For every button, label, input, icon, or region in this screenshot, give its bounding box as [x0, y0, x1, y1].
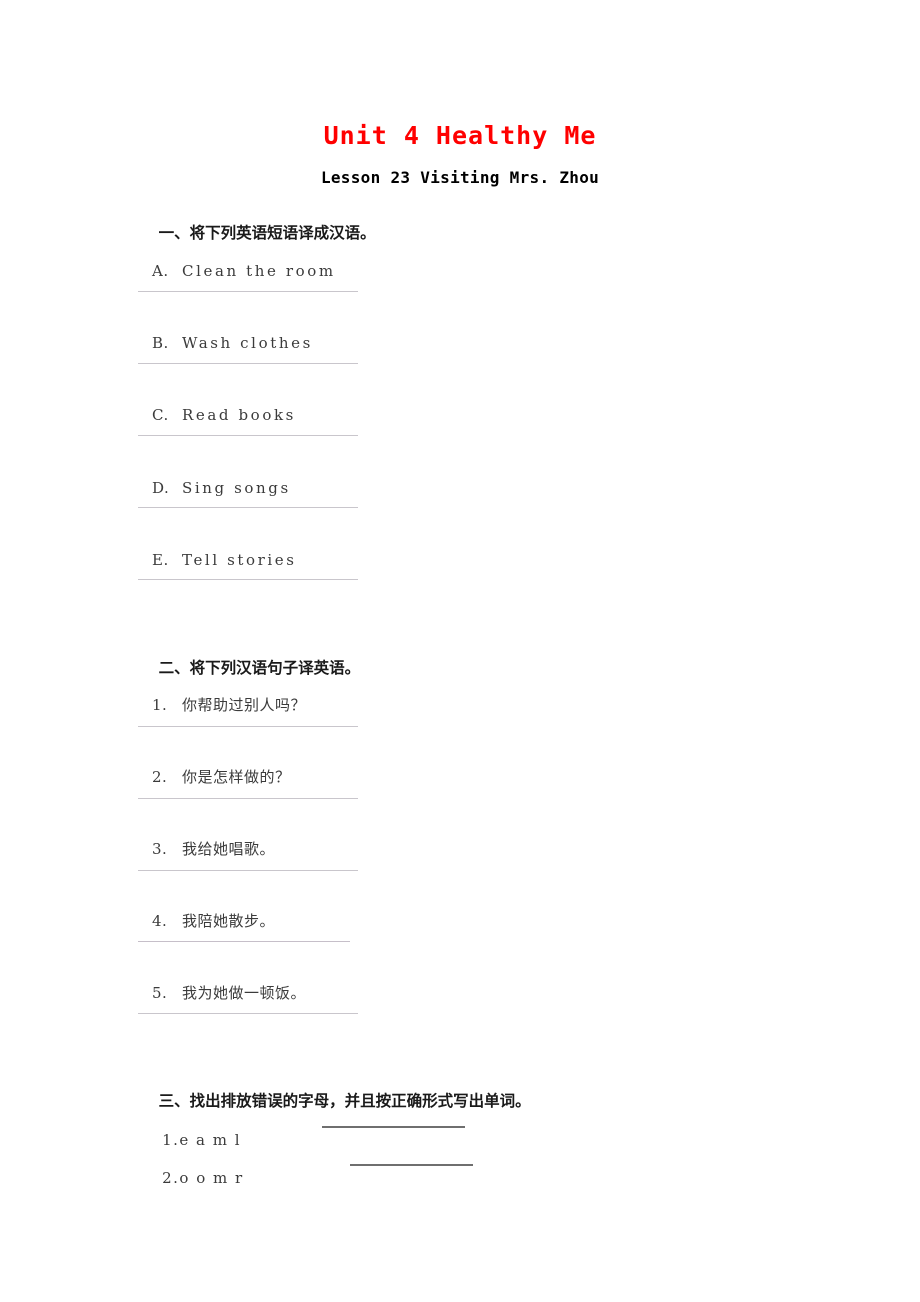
item-text: 你帮助过别人吗？ — [182, 696, 307, 714]
item-marker: C. — [152, 406, 169, 424]
scramble-item: 2.o o m r — [137, 1148, 244, 1208]
answer-line[interactable] — [138, 1013, 358, 1014]
worksheet-page: Unit 4 Healthy Me Lesson 23 Visiting Mrs… — [0, 0, 920, 1302]
item-marker: A. — [152, 262, 169, 280]
answer-line[interactable] — [138, 363, 358, 364]
item-text: Clean the room — [182, 262, 336, 280]
section-3-number: 三、 — [158, 1092, 190, 1110]
item-marker: 4. — [152, 912, 168, 930]
item-text: Read books — [182, 406, 296, 424]
answer-line[interactable] — [138, 941, 350, 942]
item-marker: 3. — [152, 840, 168, 858]
item-marker: 1. — [152, 696, 168, 714]
page-subtitle: Lesson 23 Visiting Mrs. Zhou — [320, 168, 600, 187]
question-item: D. Sing songs — [137, 458, 291, 519]
question-item: E. Tell stories — [137, 530, 297, 591]
item-marker: 2. — [152, 768, 168, 786]
section-1-heading-text: 将下列英语短语译成汉语。 — [189, 224, 376, 242]
question-item: A. Clean the room — [137, 241, 336, 302]
section-1-number: 一、 — [158, 224, 190, 242]
item-text: o o m r — [179, 1169, 244, 1187]
answer-line[interactable] — [138, 726, 358, 727]
item-marker: E. — [152, 551, 169, 569]
page-title: Unit 4 Healthy Me — [323, 121, 597, 150]
item-text: 我为她做一顿饭。 — [182, 984, 307, 1002]
item-text: e a m l — [179, 1131, 242, 1149]
question-item: 4. 我陪她散步。 — [137, 891, 275, 952]
answer-line[interactable] — [138, 291, 358, 292]
item-text: 我陪她散步。 — [182, 912, 276, 930]
answer-line[interactable] — [138, 870, 358, 871]
item-text: Wash clothes — [182, 334, 313, 352]
item-text: 你是怎样做的？ — [182, 768, 291, 786]
item-marker: B. — [152, 334, 169, 352]
answer-line[interactable] — [138, 507, 358, 508]
section-3-heading-text: 找出排放错误的字母，并且按正确形式写出单词。 — [189, 1092, 531, 1110]
question-item: C. Read books — [137, 385, 296, 446]
answer-line[interactable] — [138, 579, 358, 580]
answer-blank[interactable] — [350, 1164, 473, 1166]
item-marker: 5. — [152, 984, 168, 1002]
answer-line[interactable] — [138, 435, 358, 436]
item-text: Sing songs — [182, 479, 291, 497]
item-text: 我给她唱歌。 — [182, 840, 276, 858]
answer-line[interactable] — [138, 798, 358, 799]
question-item: B. Wash clothes — [137, 313, 313, 374]
item-text: Tell stories — [182, 551, 297, 569]
answer-blank[interactable] — [322, 1126, 465, 1128]
question-item: 5. 我为她做一顿饭。 — [137, 963, 306, 1024]
item-marker: 2. — [162, 1169, 180, 1187]
item-marker: 1. — [162, 1131, 180, 1149]
item-marker: D. — [152, 479, 170, 497]
